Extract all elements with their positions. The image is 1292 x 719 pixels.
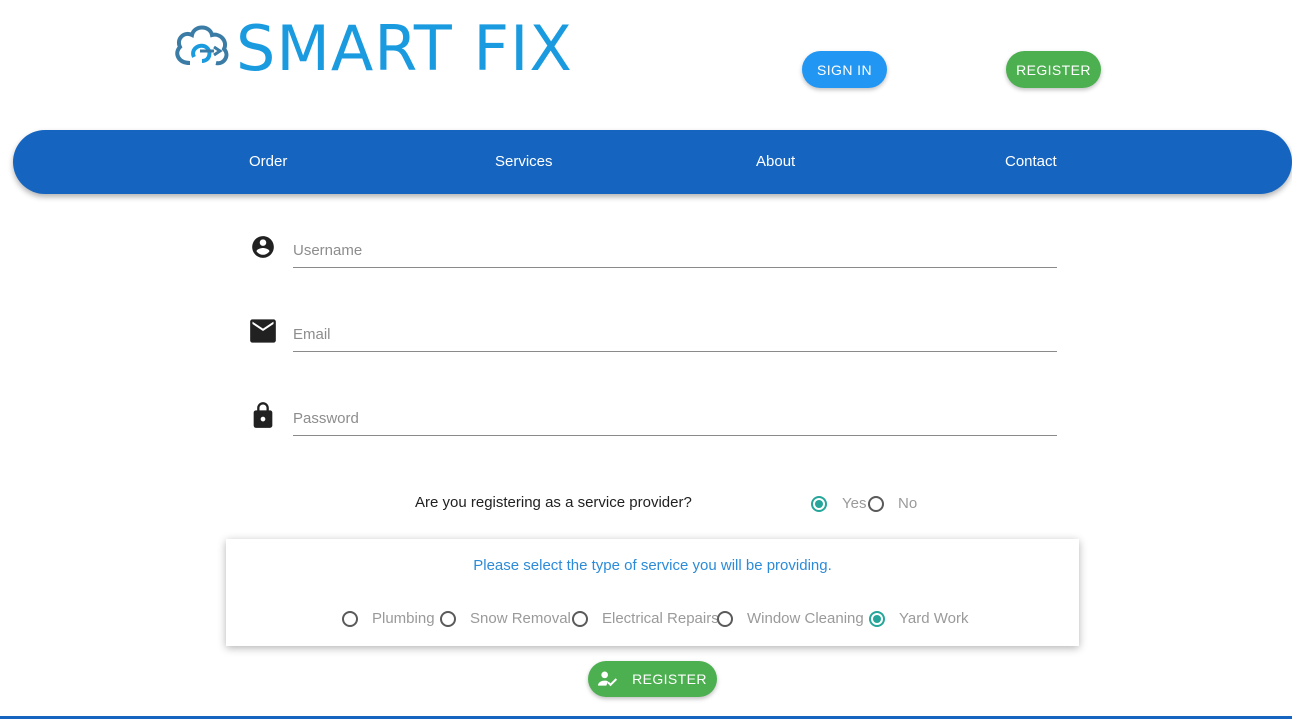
service-yard-work-radio[interactable] <box>869 611 885 627</box>
nav-item-about[interactable]: About <box>756 130 795 194</box>
provider-question: Are you registering as a service provide… <box>415 494 692 511</box>
person-check-icon <box>598 671 618 687</box>
main-nav: Order Services About Contact <box>13 130 1292 194</box>
service-electrical-repairs-label[interactable]: Electrical Repairs <box>602 610 719 627</box>
sign-in-button[interactable]: SIGN IN <box>802 51 887 88</box>
brand-logo[interactable]: SMART FIX <box>170 14 573 84</box>
register-submit-label: REGISTER <box>632 671 707 687</box>
password-input[interactable] <box>293 398 1057 436</box>
provider-yes-label[interactable]: Yes <box>842 495 866 512</box>
lock-icon <box>248 400 278 430</box>
service-snow-removal-label[interactable]: Snow Removal <box>470 610 571 627</box>
service-type-card: Please select the type of service you wi… <box>226 539 1079 646</box>
email-field-group <box>248 314 1058 374</box>
service-window-cleaning-label[interactable]: Window Cleaning <box>747 610 864 627</box>
password-field-group <box>248 398 1058 458</box>
mail-icon <box>248 316 278 346</box>
brand-name: SMART FIX <box>236 12 573 85</box>
service-prompt: Please select the type of service you wi… <box>473 557 832 574</box>
nav-item-contact[interactable]: Contact <box>1005 130 1057 194</box>
nav-item-order[interactable]: Order <box>249 130 287 194</box>
register-header-button[interactable]: REGISTER <box>1006 51 1101 88</box>
provider-no-radio[interactable] <box>868 496 884 512</box>
register-submit-button[interactable]: REGISTER <box>588 661 717 697</box>
service-plumbing-radio[interactable] <box>342 611 358 627</box>
service-snow-removal-radio[interactable] <box>440 611 456 627</box>
service-yard-work-label[interactable]: Yard Work <box>899 610 968 627</box>
service-plumbing-label[interactable]: Plumbing <box>372 610 435 627</box>
email-input[interactable] <box>293 314 1057 352</box>
account-circle-icon <box>248 232 278 262</box>
username-field-group <box>248 230 1058 290</box>
service-window-cleaning-radio[interactable] <box>717 611 733 627</box>
provider-yes-radio[interactable] <box>811 496 827 512</box>
username-input[interactable] <box>293 230 1057 268</box>
nav-item-services[interactable]: Services <box>495 130 553 194</box>
cloud-wrench-icon <box>175 25 229 66</box>
service-electrical-repairs-radio[interactable] <box>572 611 588 627</box>
provider-no-label[interactable]: No <box>898 495 917 512</box>
